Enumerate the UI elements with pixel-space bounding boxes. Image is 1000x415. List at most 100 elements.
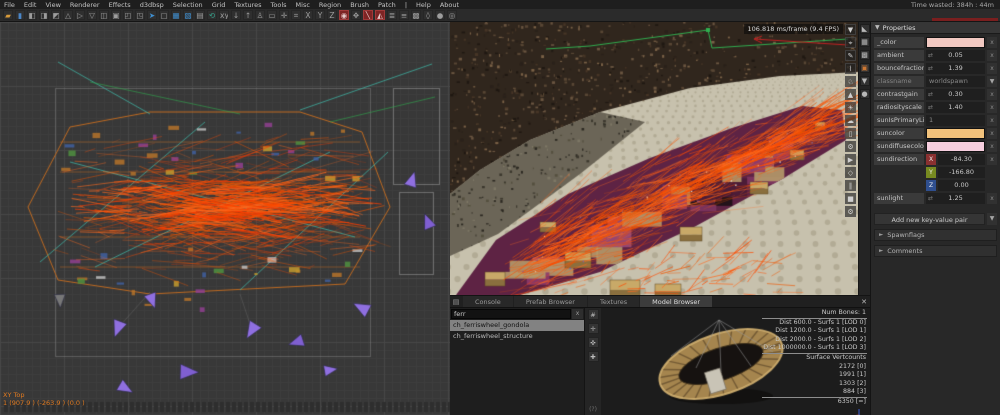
menu-file[interactable]: File <box>4 1 15 9</box>
menu-view[interactable]: View <box>45 1 60 9</box>
collapse-caret-icon[interactable]: ▼ <box>875 24 880 31</box>
prop-key-suncolor[interactable]: suncolor <box>874 128 924 139</box>
model-preview[interactable]: Num Bones: 1 Dist 600.0 - Surfs 1 [LOD 0… <box>601 308 870 415</box>
lightmap-icon[interactable]: ◎ <box>447 10 457 20</box>
bone-icon[interactable]: ⌇ <box>845 63 856 74</box>
menu-misc[interactable]: Misc <box>296 1 310 9</box>
color-swatch-sundiffusecolor[interactable] <box>926 141 985 152</box>
prop-key-radiosityscale[interactable]: radiosityscale <box>874 102 924 113</box>
viewport-3d-canvas[interactable] <box>450 22 858 295</box>
pattern-icon[interactable]: ▩ <box>411 10 421 20</box>
list-alt-icon[interactable]: ≡ <box>399 10 409 20</box>
prism-icon[interactable]: ◣ <box>860 24 870 34</box>
menu-renderer[interactable]: Renderer <box>70 1 100 9</box>
cloud-icon[interactable]: ☁ <box>845 115 856 126</box>
viewport-3d[interactable]: 106.818 ms/frame (9.4 FPS) ▼⌖✎⌇♘▲☀☁▯⚙▶◇∥… <box>450 22 858 295</box>
animate-button[interactable]: ✚ <box>588 351 599 362</box>
add-filter-icon[interactable]: ▼ <box>987 213 997 225</box>
flip-y-icon[interactable]: ◨ <box>39 10 49 20</box>
palette-icon[interactable]: ▣ <box>860 63 870 73</box>
delete-key-button[interactable]: x <box>987 37 997 48</box>
slider-icon[interactable]: ⇄ <box>928 50 933 61</box>
filter-icon[interactable]: ▼ <box>845 24 856 35</box>
prop-key-contrastgain[interactable]: contrastgain <box>874 89 924 100</box>
prefab-mode-icon[interactable]: ◇ <box>845 167 856 178</box>
prop-value-sunisprimarylight[interactable]: 1 <box>926 115 985 126</box>
viewport-2d-canvas[interactable] <box>0 22 450 415</box>
open-file-icon[interactable]: ▰ <box>3 10 13 20</box>
gear-icon[interactable]: ⚙ <box>845 141 856 152</box>
tab-textures[interactable]: Textures <box>588 296 639 307</box>
delete-key-button[interactable]: x <box>987 50 997 61</box>
texture-view-icon[interactable]: ▧ <box>183 10 193 20</box>
delete-key-button[interactable]: x <box>987 141 997 152</box>
pen-icon[interactable]: ✎ <box>845 50 856 61</box>
prop-value-sundirection-y[interactable]: -166.80 <box>938 167 985 178</box>
menu-d3dbsp[interactable]: d3dbsp <box>140 1 164 9</box>
add-key-value-button[interactable]: Add new key-value pair <box>874 213 985 225</box>
flip-x-icon[interactable]: ◧ <box>27 10 37 20</box>
csg-merge-icon[interactable]: ◰ <box>123 10 133 20</box>
list-icon[interactable]: ≣ <box>387 10 397 20</box>
raise-icon[interactable]: ↑ <box>243 10 253 20</box>
book-icon[interactable]: ▤ <box>195 10 205 20</box>
settings-icon[interactable]: ⚙ <box>845 206 856 217</box>
prop-key-color[interactable]: _color <box>874 37 924 48</box>
menu-grid[interactable]: Grid <box>212 1 226 9</box>
delete-key-button[interactable]: x <box>987 115 997 126</box>
z-lock-button[interactable]: Z <box>327 10 337 20</box>
battery-icon[interactable]: ▯ <box>845 128 856 139</box>
prop-key-sundirection[interactable]: sundirection <box>874 154 924 165</box>
rotate-z-icon[interactable]: ▽ <box>87 10 97 20</box>
list-item[interactable]: ch_ferriswheel_gondola <box>450 320 584 331</box>
cycle-icon[interactable]: ⟲ <box>207 10 217 20</box>
close-icon[interactable]: ✕ <box>861 296 867 308</box>
prop-value-ambient[interactable]: ⇄0.05 <box>926 50 985 61</box>
sun-icon[interactable]: ☀ <box>845 102 856 113</box>
y-lock-button[interactable]: Y <box>315 10 325 20</box>
x-lock-button[interactable]: X <box>303 10 313 20</box>
sphere-icon[interactable]: ● <box>860 89 870 99</box>
stop-icon[interactable]: ■ <box>845 193 856 204</box>
show-bones-button[interactable]: ✛ <box>588 323 599 334</box>
show-skin-button[interactable]: ✜ <box>588 337 599 348</box>
cursor-icon[interactable]: ➤ <box>147 10 157 20</box>
funnel-icon[interactable]: ▼ <box>860 76 870 86</box>
prop-key-bouncefraction[interactable]: bouncefraction <box>874 63 924 74</box>
prop-key-sunlight[interactable]: sunlight <box>874 193 924 204</box>
classname-filter-icon[interactable]: ▼ <box>987 76 997 87</box>
delete-key-button[interactable]: x <box>987 89 997 100</box>
select-touching-icon[interactable]: ◫ <box>99 10 109 20</box>
gizmo-icon[interactable]: ⌖ <box>845 37 856 48</box>
prop-value-sundirection-x[interactable]: -84.30 <box>938 154 985 165</box>
grid-snap-icon[interactable]: ⌗ <box>291 10 301 20</box>
model-search-input[interactable] <box>451 309 571 319</box>
rotate-y-icon[interactable]: ▷ <box>75 10 85 20</box>
menu-brush[interactable]: Brush <box>350 1 369 9</box>
menu-tools[interactable]: Tools <box>271 1 287 9</box>
region-icon[interactable]: ▢ <box>159 10 169 20</box>
model-icon[interactable]: ♘ <box>845 76 856 87</box>
clipper-icon[interactable]: ╲ <box>363 10 373 20</box>
menu-textures[interactable]: Textures <box>234 1 261 9</box>
entity-icon[interactable]: ♙ <box>255 10 265 20</box>
xy-view-icon[interactable]: xy <box>219 10 229 20</box>
prop-value-contrastgain[interactable]: ⇄0.30 <box>926 89 985 100</box>
prop-value-radiosityscale[interactable]: ⇄1.40 <box>926 102 985 113</box>
render-mode-icon[interactable]: ● <box>435 10 445 20</box>
color-swatch-color[interactable] <box>926 37 985 48</box>
slider-icon[interactable]: ⇄ <box>928 63 933 74</box>
select-inside-icon[interactable]: ▣ <box>111 10 121 20</box>
viewport-2d[interactable]: XY Top 1 (907.9 ) (-263.9 ) (0.0 ) <box>0 22 450 415</box>
slider-icon[interactable]: ⇄ <box>928 193 933 204</box>
section-spawnflags[interactable]: ►Spawnflags <box>874 229 997 241</box>
list-item[interactable]: ch_ferriswheel_structure <box>450 331 584 342</box>
prop-key-ambient[interactable]: ambient <box>874 50 924 61</box>
color-swatch-suncolor[interactable] <box>926 128 985 139</box>
pause-icon[interactable]: ∥ <box>845 180 856 191</box>
move-icon[interactable]: ✛ <box>279 10 289 20</box>
menu-region[interactable]: Region <box>319 1 341 9</box>
rotate-x-icon[interactable]: △ <box>63 10 73 20</box>
tab-console[interactable]: Console <box>463 296 513 307</box>
delete-key-button[interactable]: x <box>987 102 997 113</box>
